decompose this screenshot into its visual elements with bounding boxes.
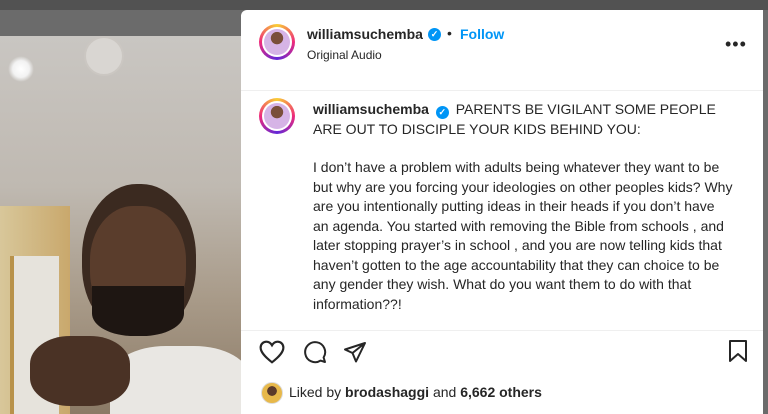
ceiling-light xyxy=(8,56,34,82)
avatar-image xyxy=(264,103,290,129)
post-username[interactable]: williamsuchemba xyxy=(307,26,423,42)
caption-headline-block: williamsuchemba ✓ PARENTS BE VIGILANT SO… xyxy=(313,100,733,139)
bookmark-icon[interactable] xyxy=(727,339,749,363)
action-bar xyxy=(241,330,763,371)
send-icon[interactable] xyxy=(343,340,367,364)
person-hand xyxy=(30,336,130,406)
heart-icon[interactable] xyxy=(259,340,285,364)
likes-summary: Liked by brodashaggi and 6,662 others xyxy=(261,381,741,405)
more-options-icon[interactable]: ••• xyxy=(725,34,747,55)
likes-prefix: Liked by xyxy=(289,384,342,400)
liker-avatar[interactable] xyxy=(261,382,283,404)
verified-badge-icon: ✓ xyxy=(435,106,449,119)
post-header: williamsuchemba ✓ • Follow Original Audi… xyxy=(241,10,763,91)
smoke-detector xyxy=(84,36,124,76)
liker-username[interactable]: brodashaggi xyxy=(345,384,429,400)
separator-dot: • xyxy=(447,25,452,41)
post-caption: williamsuchemba ✓ PARENTS BE VIGILANT SO… xyxy=(313,100,733,333)
likes-count[interactable]: 6,662 others xyxy=(460,384,542,400)
audio-label[interactable]: Original Audio xyxy=(307,48,382,62)
avatar[interactable] xyxy=(259,24,295,60)
avatar-image xyxy=(264,29,290,55)
top-dim-strip xyxy=(0,0,768,10)
caption-body: I don’t have a problem with adults being… xyxy=(313,159,733,312)
follow-button[interactable]: Follow xyxy=(460,26,504,42)
person-beard xyxy=(92,286,184,336)
comment-icon[interactable] xyxy=(303,340,327,364)
video-player[interactable] xyxy=(0,36,241,414)
verified-badge-icon: ✓ xyxy=(428,28,441,41)
post-panel: williamsuchemba ✓ • Follow Original Audi… xyxy=(241,10,763,414)
likes-conjunction: and xyxy=(432,384,457,400)
caption-username[interactable]: williamsuchemba xyxy=(313,101,429,117)
caption-avatar[interactable] xyxy=(259,98,295,134)
